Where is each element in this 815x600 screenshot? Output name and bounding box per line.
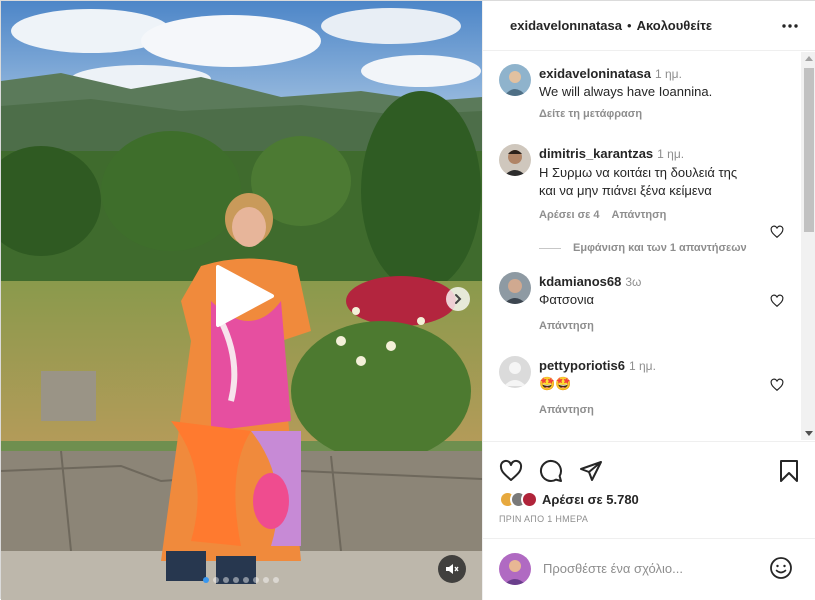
instagram-post-dialog: exidavelonınatasa • Ακολουθείτε exidavel… (0, 0, 815, 600)
carousel-dot (233, 577, 239, 583)
carousel-dot (213, 577, 219, 583)
comment-item: exidaveloninatasa 1 ημ. We will always ha… (483, 52, 803, 122)
post-sidebar: exidavelonınatasa • Ακολουθείτε exidavel… (482, 1, 815, 600)
avatar-image (499, 144, 531, 176)
comment-time[interactable]: 3ω (625, 275, 641, 289)
scrollbar-thumb[interactable] (804, 68, 814, 232)
scroll-up-arrow-icon[interactable] (805, 56, 813, 61)
comment-item: dimitris_karantzas 1 ημ. Η Συρμω να κοιτά… (483, 140, 803, 260)
comment-text: We will always have Ioannina. (539, 84, 713, 99)
post-media[interactable] (1, 1, 482, 600)
comment-meta: Απάντηση (539, 320, 606, 332)
liker-avatar (521, 491, 538, 508)
carousel-dot (223, 577, 229, 583)
more-horizontal-icon[interactable] (781, 18, 799, 34)
carousel-dot (263, 577, 269, 583)
speaker-muted-icon (446, 564, 459, 574)
carousel-dot (243, 577, 249, 583)
carousel-dot (253, 577, 259, 583)
comment-likes-count[interactable]: Αρέσει σε 4 (539, 209, 600, 221)
comment-username[interactable]: kdamianos68 (539, 274, 621, 289)
comment-icon[interactable] (539, 459, 563, 483)
mute-toggle[interactable] (438, 555, 466, 583)
avatar[interactable] (499, 272, 531, 304)
comment-like-heart-icon[interactable] (770, 378, 784, 392)
comment-composer: Προσθέστε ένα σχόλιο... (483, 538, 815, 600)
send-icon[interactable] (579, 459, 603, 483)
replies-divider (539, 247, 561, 249)
comment-username[interactable]: dimitris_karantzas (539, 146, 653, 161)
comment-text: 🤩🤩 (539, 376, 572, 391)
post-timestamp[interactable]: ΠΡΙΝ ΑΠΟ 1 ΗΜΕΡΑ (499, 514, 588, 524)
current-user-avatar (499, 553, 531, 585)
heart-icon[interactable] (499, 459, 523, 483)
avatar-image (499, 553, 531, 585)
comments-scrollbar[interactable] (801, 52, 815, 440)
post-header: exidavelonınatasa • Ακολουθείτε (483, 1, 815, 51)
comment-username[interactable]: pettyporiotis6 (539, 358, 625, 373)
reply-button[interactable]: Απάντηση (612, 209, 667, 221)
comment-text-line: και να μην πιάνει ξένα κείμενα (539, 183, 712, 198)
comment-time[interactable]: 1 ημ. (629, 359, 656, 373)
avatar[interactable] (499, 144, 531, 176)
play-icon (216, 265, 274, 327)
default-avatar-icon (499, 356, 531, 388)
comment-time[interactable]: 1 ημ. (657, 147, 684, 161)
emoji-icon[interactable] (769, 556, 793, 580)
carousel-dot (273, 577, 279, 583)
avatar[interactable] (499, 64, 531, 96)
avatar-image (499, 64, 531, 96)
carousel-indicator (203, 577, 279, 583)
comment-item: pettyporiotis6 1 ημ. 🤩🤩 Απάντηση (483, 354, 803, 424)
see-translation-link[interactable]: Δείτε τη μετάφραση (539, 108, 642, 120)
chevron-right-icon (455, 294, 462, 304)
comment-text-line: Η Συρμω να κοιτάει τη δουλειά της (539, 165, 738, 180)
scroll-down-arrow-icon[interactable] (805, 431, 813, 436)
bookmark-icon[interactable] (777, 459, 801, 483)
comment-text: Η Συρμω να κοιτάει τη δουλειά της και να… (539, 164, 769, 200)
comment-time[interactable]: 1 ημ. (655, 67, 682, 81)
next-slide-button[interactable] (446, 287, 470, 311)
comment-meta: Αρέσει σε 4 Απάντηση (539, 209, 678, 221)
carousel-dot (203, 577, 209, 583)
post-actions: Αρέσει σε 5.780 ΠΡΙΝ ΑΠΟ 1 ΗΜΕΡΑ (483, 441, 815, 531)
reply-button[interactable]: Απάντηση (539, 404, 594, 416)
avatar-image (499, 272, 531, 304)
view-replies-link[interactable]: Εμφάνιση και των 1 απαντήσεων (573, 242, 747, 254)
likes-count[interactable]: Αρέσει σε 5.780 (542, 492, 639, 507)
post-author-username[interactable]: exidavelonınatasa (510, 18, 622, 33)
likes-summary[interactable]: Αρέσει σε 5.780 (499, 491, 639, 508)
comment-input[interactable]: Προσθέστε ένα σχόλιο... (543, 561, 683, 576)
comment-text: Φατσονια (539, 292, 594, 307)
comment-meta: Απάντηση (539, 404, 606, 416)
comment-like-heart-icon[interactable] (770, 225, 784, 239)
comment-item: kdamianos68 3ω Φατσονια Απάντηση (483, 270, 803, 340)
header-separator: • (627, 18, 632, 33)
comment-like-heart-icon[interactable] (770, 294, 784, 308)
avatar[interactable] (499, 356, 531, 388)
comments-list[interactable]: exidaveloninatasa 1 ημ. We will always ha… (483, 52, 803, 440)
reply-button[interactable]: Απάντηση (539, 320, 594, 332)
play-button[interactable] (212, 263, 276, 329)
following-button[interactable]: Ακολουθείτε (637, 18, 713, 33)
view-replies-row[interactable]: Εμφάνιση και των 1 απαντήσεων (539, 242, 747, 254)
comment-username[interactable]: exidaveloninatasa (539, 66, 651, 81)
